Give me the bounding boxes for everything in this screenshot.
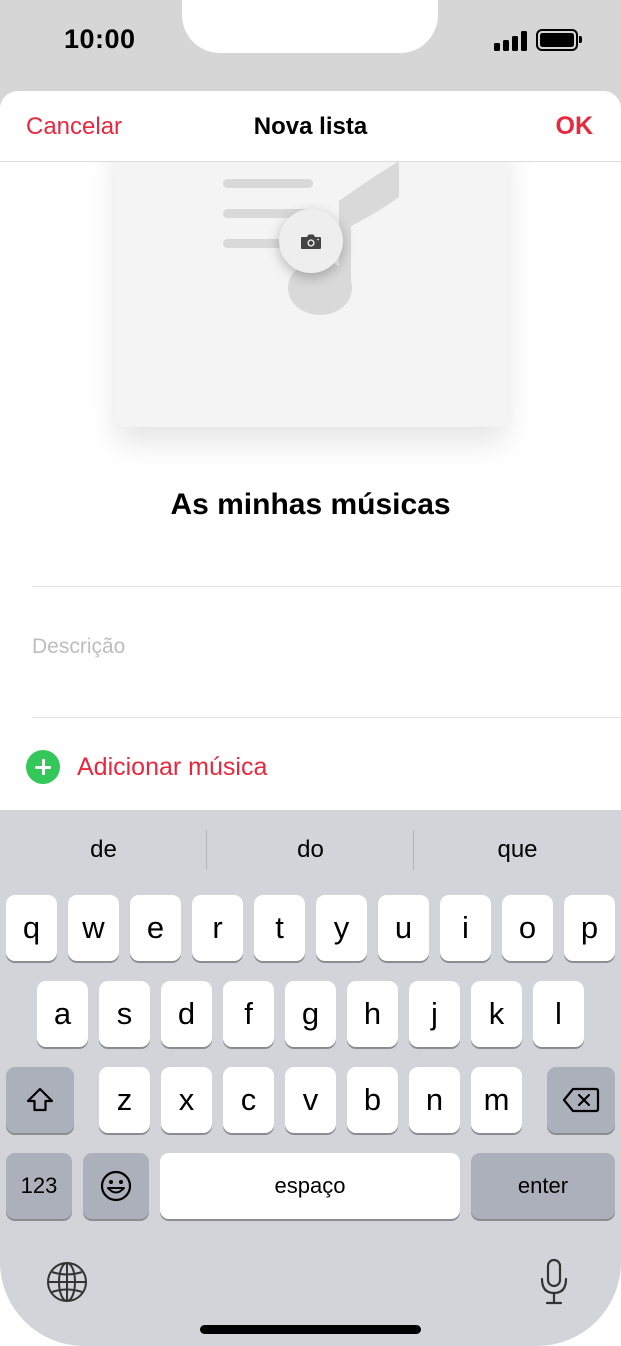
signal-icon <box>494 31 528 51</box>
divider <box>32 586 621 587</box>
camera-icon <box>301 234 321 249</box>
music-note-icon <box>223 161 399 315</box>
backspace-icon <box>562 1087 600 1113</box>
key-z[interactable]: z <box>99 1067 150 1133</box>
key-i[interactable]: i <box>440 895 491 961</box>
add-music-label: Adicionar música <box>77 752 268 781</box>
key-n[interactable]: n <box>409 1067 460 1133</box>
key-l[interactable]: l <box>533 981 584 1047</box>
playlist-artwork[interactable] <box>115 131 507 427</box>
description-field[interactable]: Descrição <box>32 635 125 659</box>
globe-button[interactable] <box>45 1260 89 1304</box>
keyboard: de do que q w e r t y u i o p a s d f g … <box>0 810 621 1346</box>
numbers-key[interactable]: 123 <box>6 1153 72 1219</box>
key-g[interactable]: g <box>285 981 336 1047</box>
suggestion-3[interactable]: que <box>414 836 621 870</box>
emoji-icon <box>100 1170 132 1202</box>
enter-key[interactable]: enter <box>471 1153 615 1219</box>
globe-icon <box>47 1262 87 1302</box>
key-a[interactable]: a <box>37 981 88 1047</box>
key-w[interactable]: w <box>68 895 119 961</box>
shift-icon <box>26 1087 54 1112</box>
key-t[interactable]: t <box>254 895 305 961</box>
key-e[interactable]: e <box>130 895 181 961</box>
microphone-icon <box>540 1258 568 1305</box>
space-key[interactable]: espaço <box>160 1153 460 1219</box>
key-b[interactable]: b <box>347 1067 398 1133</box>
divider <box>32 717 621 718</box>
notch <box>182 0 438 53</box>
key-f[interactable]: f <box>223 981 274 1047</box>
ok-button[interactable]: OK <box>556 112 594 141</box>
key-q[interactable]: q <box>6 895 57 961</box>
new-playlist-sheet: Cancelar Nova lista OK As minhas músicas… <box>0 91 621 811</box>
page-title: Nova lista <box>253 113 368 140</box>
key-o[interactable]: o <box>502 895 553 961</box>
add-photo-button[interactable] <box>279 209 343 273</box>
playlist-name-field[interactable]: As minhas músicas <box>0 488 621 522</box>
emoji-key[interactable] <box>83 1153 149 1219</box>
add-icon <box>26 750 60 784</box>
key-j[interactable]: j <box>409 981 460 1047</box>
key-v[interactable]: v <box>285 1067 336 1133</box>
home-indicator[interactable] <box>200 1325 421 1334</box>
add-music-button[interactable]: Adicionar música <box>26 749 267 785</box>
key-d[interactable]: d <box>161 981 212 1047</box>
key-u[interactable]: u <box>378 895 429 961</box>
key-k[interactable]: k <box>471 981 522 1047</box>
dictation-button[interactable] <box>533 1256 575 1308</box>
navigation-bar: Cancelar Nova lista OK <box>0 91 621 162</box>
key-s[interactable]: s <box>99 981 150 1047</box>
suggestion-1[interactable]: de <box>0 836 207 870</box>
key-p[interactable]: p <box>564 895 615 961</box>
key-m[interactable]: m <box>471 1067 522 1133</box>
phone-screen: 10:00 Cancelar Nova lista OK As minhas m… <box>0 0 621 1346</box>
shift-key[interactable] <box>6 1067 74 1133</box>
key-h[interactable]: h <box>347 981 398 1047</box>
suggestion-2[interactable]: do <box>207 836 414 870</box>
key-c[interactable]: c <box>223 1067 274 1133</box>
status-time: 10:00 <box>64 24 136 54</box>
key-r[interactable]: r <box>192 895 243 961</box>
battery-icon <box>536 29 582 51</box>
backspace-key[interactable] <box>547 1067 615 1133</box>
key-x[interactable]: x <box>161 1067 212 1133</box>
key-y[interactable]: y <box>316 895 367 961</box>
